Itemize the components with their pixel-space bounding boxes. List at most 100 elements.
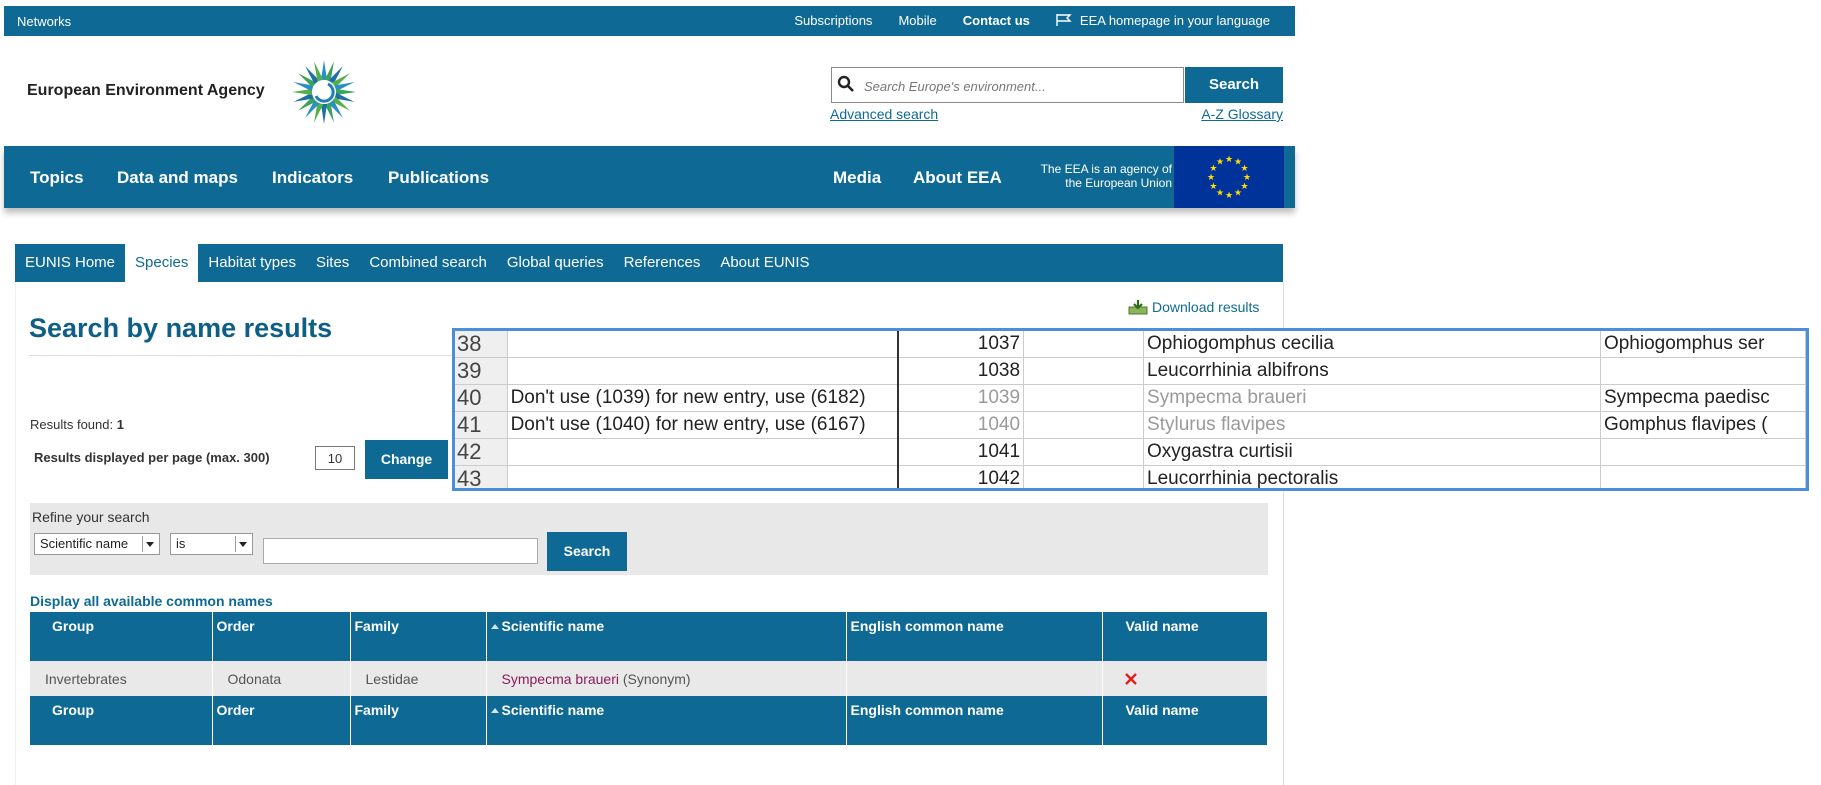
spreadsheet-overlay: 38 1037 Ophiogomphus cecilia Ophiogomphus s… — [452, 328, 1809, 491]
nav-media[interactable]: Media — [833, 168, 881, 188]
main-navigation: Topics Data and maps Indicators Publicat… — [4, 146, 1295, 208]
nav-topics[interactable]: Topics — [30, 168, 84, 188]
eunis-tabs: EUNIS Home Species Habitat types Sites C… — [15, 244, 1283, 282]
tab-species[interactable]: Species — [125, 244, 199, 282]
eea-logo-text[interactable]: European Environment Agency — [27, 82, 265, 100]
footer-header-family[interactable]: Family — [350, 696, 487, 745]
site-search-button[interactable]: Search — [1185, 67, 1283, 103]
operator-select[interactable]: is — [170, 533, 253, 555]
footer-header-english-common-name[interactable]: English common name — [846, 696, 1103, 745]
logo-petal — [321, 104, 327, 124]
spreadsheet-row: 41 Don't use (1040) for new entry, use (6… — [455, 411, 1806, 439]
flag-icon — [1056, 14, 1072, 26]
footer-header-scientific-name[interactable]: Scientific name — [486, 696, 847, 745]
nav-about-eea[interactable]: About EEA — [913, 168, 1002, 188]
column-header-english-common-name[interactable]: English common name — [846, 612, 1103, 661]
logo-petal — [336, 89, 356, 95]
cell-species-name: Stylurus flavipes — [1143, 411, 1601, 439]
eu-star-icon: ★ — [1209, 181, 1217, 191]
cell-note — [507, 357, 899, 385]
cell-alt-name — [1600, 438, 1806, 466]
chevron-down-icon — [142, 536, 157, 552]
cell-note — [507, 331, 899, 358]
cell-alt-name — [1600, 357, 1806, 385]
column-header-group[interactable]: Group — [30, 612, 213, 661]
advanced-search-link[interactable]: Advanced search — [830, 106, 938, 122]
footer-header-order[interactable]: Order — [212, 696, 351, 745]
cell-scientific-name: Sympecma braueri (Synonym) — [486, 661, 847, 696]
cell-code: 1041 — [897, 438, 1025, 466]
tab-habitat-types[interactable]: Habitat types — [198, 244, 306, 282]
eea-logo-icon[interactable] — [290, 58, 358, 126]
tab-references[interactable]: References — [614, 244, 711, 282]
site-search-input[interactable] — [862, 74, 1176, 98]
cell-code: 1040 — [897, 411, 1025, 439]
eu-star-icon: ★ — [1234, 188, 1242, 198]
spreadsheet-row: 42 1041 Oxygastra curtisii — [455, 438, 1806, 466]
footer-header-group[interactable]: Group — [30, 696, 213, 745]
row-number: 41 — [455, 411, 508, 439]
spreadsheet-row: 39 1038 Leucorrhinia albifrons — [455, 357, 1806, 385]
table-footer-row: Group Order Family Scientific name Engli… — [30, 696, 1268, 745]
cell-code: 1038 — [897, 357, 1025, 385]
table-header-row: Group Order Family Scientific name Engli… — [30, 612, 1268, 661]
subscriptions-link[interactable]: Subscriptions — [794, 13, 872, 28]
footer-header-valid-name[interactable]: Valid name — [1102, 696, 1268, 745]
scientific-name-link[interactable]: Sympecma braueri — [502, 671, 620, 687]
cell-note: Don't use (1040) for new entry, use (616… — [507, 411, 899, 439]
title-divider — [29, 355, 459, 356]
cell-note: Don't use (1039) for new entry, use (618… — [507, 384, 899, 412]
tab-about-eunis[interactable]: About EUNIS — [710, 244, 819, 282]
contact-us-link[interactable]: Contact us — [963, 13, 1030, 28]
table-row: Invertebrates Odonata Lestidae Sympecma … — [30, 661, 1268, 696]
cell-english-common-name — [846, 661, 1103, 696]
spreadsheet-row: 43 1042 Leucorrhinia pectoralis — [455, 465, 1806, 488]
refine-search-button[interactable]: Search — [547, 532, 627, 571]
spreadsheet-table: 38 1037 Ophiogomphus cecilia Ophiogomphus s… — [455, 331, 1806, 488]
networks-link[interactable]: Networks — [17, 14, 71, 29]
cell-code: 1037 — [897, 331, 1025, 358]
cell-note — [507, 465, 899, 488]
cell-empty — [1023, 357, 1145, 385]
refine-search-input[interactable] — [263, 538, 538, 564]
eu-agency-note-line1: The EEA is an agency of — [1040, 162, 1172, 176]
eu-flag-icon[interactable]: ★ ★ ★ ★ ★ ★ ★ ★ ★ ★ ★ ★ — [1174, 146, 1284, 208]
column-header-order[interactable]: Order — [212, 612, 351, 661]
sort-asc-icon — [490, 708, 499, 713]
eu-star-icon: ★ — [1225, 154, 1233, 164]
column-header-valid-name[interactable]: Valid name — [1102, 612, 1268, 661]
tab-sites[interactable]: Sites — [306, 244, 359, 282]
operator-select-value: is — [176, 536, 186, 551]
column-header-family[interactable]: Family — [350, 612, 487, 661]
language-link[interactable]: EEA homepage in your language — [1056, 13, 1270, 28]
spreadsheet-row: 38 1037 Ophiogomphus cecilia Ophiogomphus s… — [455, 331, 1806, 358]
per-page-input[interactable] — [315, 446, 355, 470]
mobile-link[interactable]: Mobile — [898, 13, 936, 28]
eu-star-icon: ★ — [1225, 190, 1233, 200]
cell-family: Lestidae — [350, 661, 487, 696]
cell-species-name: Leucorrhinia albifrons — [1143, 357, 1601, 385]
cell-species-name: Sympecma braueri — [1143, 384, 1601, 412]
cell-code: 1042 — [897, 465, 1025, 488]
change-button[interactable]: Change — [365, 440, 448, 479]
tab-global-queries[interactable]: Global queries — [497, 244, 614, 282]
refine-search-panel: Refine your search Scientific name is Se… — [30, 503, 1268, 575]
az-glossary-link[interactable]: A-Z Glossary — [1201, 106, 1283, 122]
row-number: 42 — [455, 438, 508, 466]
language-link-label: EEA homepage in your language — [1079, 13, 1270, 28]
cell-alt-name: Ophiogomphus ser — [1600, 331, 1806, 358]
cell-empty — [1023, 438, 1145, 466]
column-header-scientific-name[interactable]: Scientific name — [486, 612, 847, 661]
nav-indicators[interactable]: Indicators — [272, 168, 353, 188]
download-results-link[interactable]: Download results — [1128, 299, 1259, 315]
tab-eunis-home[interactable]: EUNIS Home — [15, 244, 125, 282]
tab-combined-search[interactable]: Combined search — [359, 244, 497, 282]
column-header-scientific-name-label: Scientific name — [501, 618, 605, 634]
cell-order: Odonata — [212, 661, 351, 696]
display-all-common-names-link[interactable]: Display all available common names — [30, 593, 273, 609]
nav-data-and-maps[interactable]: Data and maps — [117, 168, 238, 188]
field-select[interactable]: Scientific name — [34, 533, 160, 555]
nav-publications[interactable]: Publications — [388, 168, 489, 188]
download-icon — [1128, 300, 1148, 315]
cell-empty — [1023, 411, 1145, 439]
